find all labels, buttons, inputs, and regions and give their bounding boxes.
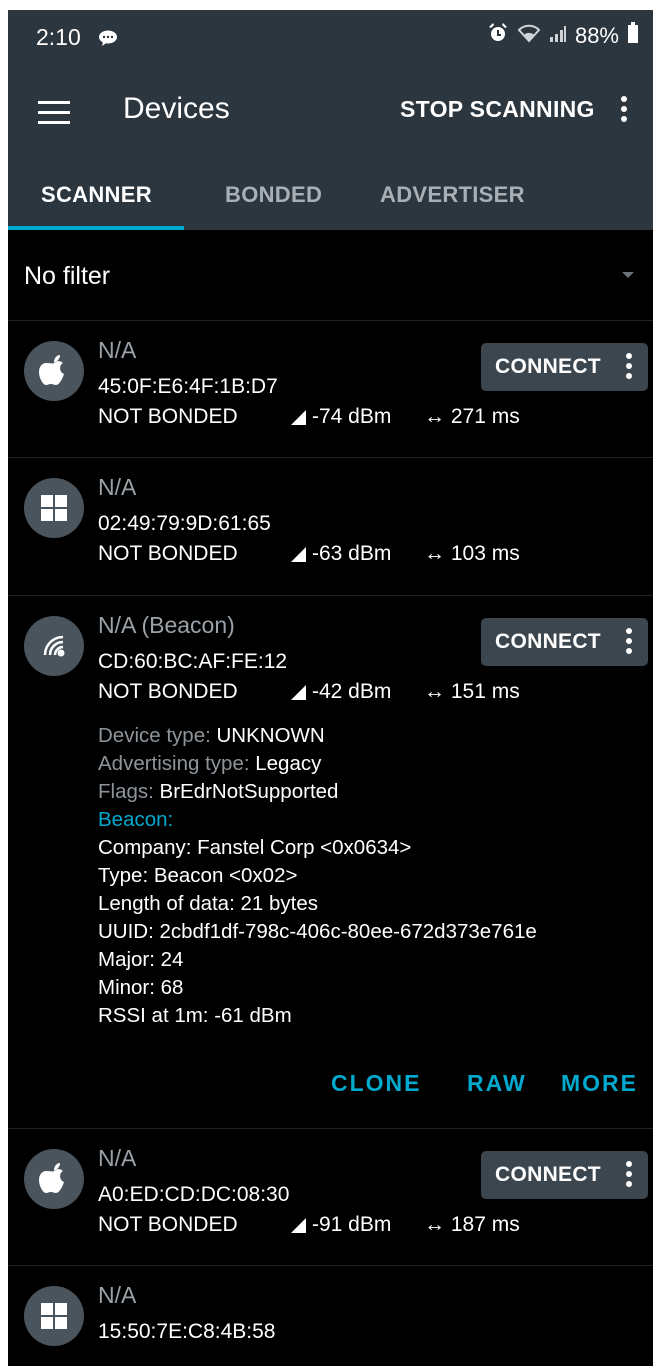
hamburger-menu-icon[interactable]	[38, 101, 70, 125]
dropdown-caret-icon	[622, 272, 634, 278]
windows-icon	[24, 478, 84, 538]
signal-strength-icon	[291, 409, 306, 425]
rssi-text: -42 dBm	[312, 680, 392, 703]
signal-icon	[549, 23, 567, 49]
status-right-cluster: 88%	[487, 22, 639, 50]
signal-strength-icon	[291, 1217, 306, 1233]
flags-line: Flags: BrEdrNotSupported	[98, 780, 339, 803]
clone-button[interactable]: CLONE	[331, 1070, 422, 1097]
connect-button[interactable]: CONNECT	[481, 1151, 648, 1199]
overflow-menu-icon[interactable]	[621, 96, 627, 126]
uuid-line: UUID: 2cbdf1df-798c-406c-80ee-672d373e76…	[98, 920, 537, 943]
beacon-heading: Beacon:	[98, 808, 174, 831]
connect-label: CONNECT	[495, 630, 601, 653]
raw-button[interactable]: RAW	[467, 1070, 527, 1097]
stop-scanning-button[interactable]: STOP SCANNING	[400, 96, 595, 123]
device-address: CD:60:BC:AF:FE:12	[98, 650, 288, 673]
bond-status: NOT BONDED	[98, 680, 238, 703]
device-name: N/A	[98, 337, 137, 363]
rssi-1m-line: RSSI at 1m: -61 dBm	[98, 1004, 292, 1027]
rssi-value: -91 dBm	[291, 1213, 391, 1237]
connect-button[interactable]: CONNECT	[481, 618, 648, 666]
device-row-expanded[interactable]: N/A (Beacon) CD:60:BC:AF:FE:12 NOT BONDE…	[8, 596, 653, 1129]
chat-notification-icon	[98, 30, 118, 51]
device-row[interactable]: N/A A0:ED:CD:DC:08:30 NOT BONDED -91 dBm…	[8, 1129, 653, 1266]
rssi-text: -91 dBm	[312, 1213, 392, 1236]
rssi-text: -63 dBm	[312, 542, 392, 565]
advertising-type-line: Advertising type: Legacy	[98, 752, 322, 775]
more-button[interactable]: MORE	[561, 1070, 638, 1097]
device-name: N/A	[98, 474, 137, 500]
app-screen: 2:10 88% Devices STOP SCANNING SCANNER B…	[8, 10, 653, 1366]
beacon-icon	[24, 616, 84, 676]
bond-status: NOT BONDED	[98, 405, 238, 428]
page-title: Devices	[123, 92, 230, 125]
length-line: Length of data: 21 bytes	[98, 892, 318, 915]
device-type-line: Device type: UNKNOWN	[98, 724, 325, 747]
minor-line: Minor: 68	[98, 976, 184, 999]
connect-label: CONNECT	[495, 1163, 601, 1186]
tab-scanner[interactable]: SCANNER	[41, 182, 152, 208]
bond-status: NOT BONDED	[98, 1213, 238, 1236]
windows-icon	[24, 1286, 84, 1346]
signal-strength-icon	[291, 684, 306, 700]
rssi-value: -63 dBm	[291, 542, 391, 566]
tab-bar: SCANNER BONDED ADVERTISER	[8, 162, 653, 230]
status-bar: 2:10 88%	[8, 10, 653, 64]
device-row[interactable]: N/A 02:49:79:9D:61:65 NOT BONDED -63 dBm…	[8, 458, 653, 596]
battery-icon	[627, 22, 639, 50]
advertising-interval: ↔ 187 ms	[424, 1213, 520, 1236]
bond-status: NOT BONDED	[98, 542, 238, 565]
signal-strength-icon	[291, 546, 306, 562]
device-row[interactable]: N/A 15:50:7E:C8:4B:58	[8, 1266, 653, 1366]
device-name: N/A	[98, 1282, 137, 1308]
battery-percentage: 88%	[574, 23, 619, 48]
device-overflow-icon[interactable]	[626, 1161, 632, 1191]
advertising-interval: ↔ 151 ms	[424, 680, 520, 703]
filter-dropdown[interactable]: No filter	[8, 230, 653, 321]
type-line: Type: Beacon <0x02>	[98, 864, 298, 887]
device-row[interactable]: N/A 45:0F:E6:4F:1B:D7 NOT BONDED -74 dBm…	[8, 321, 653, 458]
device-address: 15:50:7E:C8:4B:58	[98, 1320, 276, 1343]
device-address: 45:0F:E6:4F:1B:D7	[98, 375, 278, 398]
device-name: N/A	[98, 1145, 137, 1171]
advertising-interval: ↔ 271 ms	[424, 405, 520, 428]
device-address: 02:49:79:9D:61:65	[98, 512, 271, 535]
advertising-interval: ↔ 103 ms	[424, 542, 520, 565]
wifi-icon	[517, 23, 541, 49]
rssi-text: -74 dBm	[312, 405, 392, 428]
connect-button[interactable]: CONNECT	[481, 343, 648, 391]
rssi-value: -74 dBm	[291, 405, 391, 429]
alarm-icon	[487, 22, 509, 50]
rssi-value: -42 dBm	[291, 680, 391, 704]
status-time: 2:10	[36, 24, 81, 50]
app-toolbar: Devices STOP SCANNING	[8, 64, 653, 162]
apple-icon	[24, 341, 84, 401]
major-line: Major: 24	[98, 948, 184, 971]
device-address: A0:ED:CD:DC:08:30	[98, 1183, 290, 1206]
device-overflow-icon[interactable]	[626, 353, 632, 383]
company-line: Company: Fanstel Corp <0x0634>	[98, 836, 412, 859]
tab-bonded[interactable]: BONDED	[225, 182, 322, 208]
connect-label: CONNECT	[495, 355, 601, 378]
device-overflow-icon[interactable]	[626, 628, 632, 658]
apple-icon	[24, 1149, 84, 1209]
tab-advertiser[interactable]: ADVERTISER	[380, 182, 525, 208]
device-details: Device type: UNKNOWN Advertising type: L…	[98, 722, 537, 1030]
device-name: N/A (Beacon)	[98, 612, 235, 638]
filter-label: No filter	[24, 262, 111, 290]
